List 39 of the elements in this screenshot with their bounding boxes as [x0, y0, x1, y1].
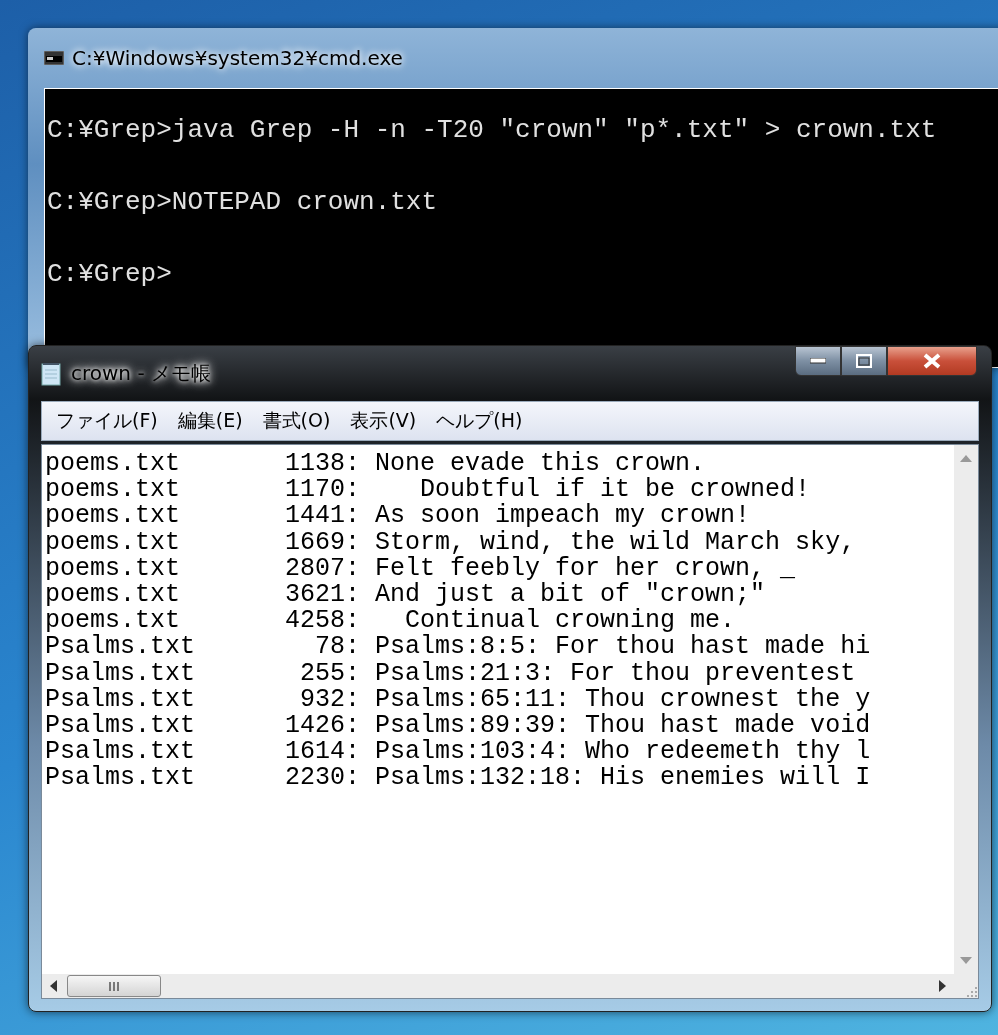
maximize-button[interactable] [841, 346, 887, 376]
scroll-up-icon [960, 455, 972, 462]
text-line: Psalms.txt 1614: Psalms:103:4: Who redeemeth thy l [45, 739, 872, 766]
text-line: poems.txt 1138: None evade this crown. [45, 451, 706, 478]
console-line: C:¥Grep> [47, 261, 173, 287]
scroll-thumb[interactable] [67, 975, 161, 997]
text-line: Psalms.txt 2230: Psalms:132:18: His enemies will I [45, 765, 872, 792]
text-line: Psalms.txt 255: Psalms:21:3: For thou preventest [45, 660, 857, 687]
scroll-right-icon [939, 980, 946, 992]
menu-item[interactable]: 編集(E) [169, 406, 251, 436]
close-button[interactable] [887, 346, 977, 376]
text-line: poems.txt 1669: Storm, wind, the wild March sky, [45, 529, 857, 556]
text-line: poems.txt 4258: Continual crowning me. [45, 608, 736, 635]
notepad-icon [41, 361, 61, 386]
text-line: poems.txt 3621: And just a bit of "crown;" [45, 582, 767, 609]
vertical-scrollbar[interactable] [954, 445, 978, 974]
grip-icon [109, 981, 119, 991]
text-line: Psalms.txt 1426: Psalms:89:39: Thou hast made void [45, 713, 872, 740]
console-line: C:¥Grep>java Grep -H -n -T20 "crown" "p*.txt" > crown.txt [47, 117, 938, 143]
text-line: poems.txt 2807: Felt feebly for her crown, _ [45, 555, 797, 582]
scroll-left-icon [50, 980, 57, 992]
minimize-button[interactable] [795, 346, 841, 376]
menu-item[interactable]: ヘルプ(H) [428, 406, 531, 436]
console-line: C:¥Grep>NOTEPAD crown.txt [47, 189, 439, 215]
menu-item[interactable]: 表示(V) [342, 406, 425, 436]
close-icon [923, 353, 941, 369]
horizontal-scrollbar[interactable] [42, 974, 954, 998]
minimize-icon [810, 358, 826, 364]
scroll-down-icon [960, 957, 972, 964]
window-title: C:¥Windows¥system32¥cmd.exe [72, 46, 403, 70]
text-line: Psalms.txt 78: Psalms:8:5: For thou hast made hi [45, 634, 872, 661]
console-icon [44, 51, 64, 65]
menu-item[interactable]: ファイル(F) [48, 406, 166, 436]
resize-grip-icon[interactable] [964, 984, 978, 998]
menu-item[interactable]: 書式(O) [254, 406, 339, 436]
text-line: Psalms.txt 932: Psalms:65:11: Thou crownest the y [45, 686, 872, 714]
text-line: poems.txt 1441: As soon impeach my crown! [45, 503, 751, 530]
text-line: poems.txt 1170: Doubtful if it be crowned! [45, 477, 812, 504]
maximize-icon [856, 354, 872, 368]
